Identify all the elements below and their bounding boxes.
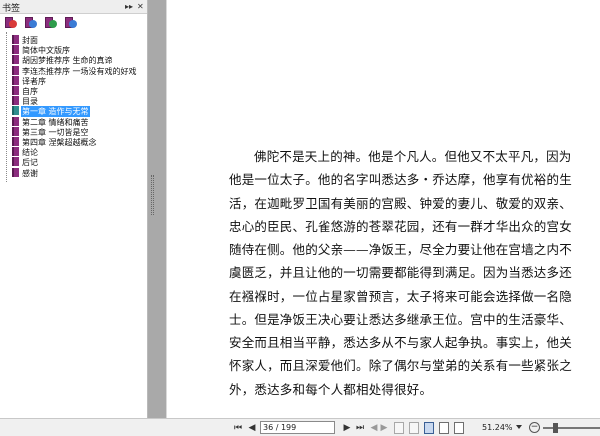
bookmark-icon — [12, 137, 19, 146]
bookmark-icon — [12, 75, 19, 85]
last-page-button[interactable]: ⏭ — [354, 422, 366, 434]
bookmark-icon — [12, 116, 19, 126]
tree-connector-line — [6, 32, 7, 182]
badge-dot — [69, 20, 77, 28]
continuous-facing-view-icon[interactable] — [424, 422, 434, 434]
page-text-line: 活，在迦毗罗卫国有美丽的宫殿、钟爱的妻儿、敬爱的双亲、 — [229, 195, 572, 211]
bookmark-item[interactable]: 感谢 — [12, 167, 39, 179]
back-view-button[interactable]: ◀ — [369, 422, 379, 434]
next-page-button[interactable]: ▶ — [341, 422, 353, 434]
close-icon[interactable]: ✕ — [137, 1, 144, 12]
bookmark-icon — [12, 86, 19, 95]
double-chevron-right-icon[interactable]: ▸▸ — [125, 1, 133, 12]
page-text-line: 忠心的臣民、孔雀悠游的苍翠花园，还有一群才华出众的宫女 — [229, 218, 572, 234]
single-page-view-icon[interactable] — [394, 422, 404, 434]
bookmark-icon — [12, 35, 19, 44]
bookmark-icon — [12, 55, 19, 65]
bookmark-add-icon[interactable] — [44, 17, 57, 29]
previous-page-button[interactable]: ◀ — [246, 422, 258, 434]
zoom-level[interactable]: 51.24% — [482, 422, 513, 434]
chevron-down-icon[interactable] — [516, 425, 522, 429]
page-text-line: 虞匮乏，并且让他的一切需要都能得到满足。因为当悉达多还 — [229, 265, 572, 281]
bookmark-options-icon[interactable] — [64, 17, 77, 29]
forward-view-button[interactable]: ▶ — [379, 422, 389, 434]
cover-view-icon[interactable] — [454, 422, 464, 434]
bookmark-toolbar — [0, 14, 147, 32]
bookmark-icon — [12, 167, 19, 177]
page-text-line: 怀家人，而且深爱他们。除了偶尔与堂弟的关系有一些紧张之 — [229, 358, 572, 374]
page-text-line: 随侍在侧。他的父亲——净饭王，尽全力要让他在宫墙之内不 — [229, 242, 572, 257]
document-page: 佛陀不是天上的神。他是个凡人。但他又不太平凡，因为他是一位太子。他的名字叫悉达多… — [166, 0, 600, 418]
page-text-line: 他是一位太子。他的名字叫悉达多・乔达摩，他享有优裕的生 — [229, 172, 572, 188]
page-text-line: 佛陀不是天上的神。他是个凡人。但他又不太平凡，因为 — [254, 149, 572, 164]
page-text-line: 士。但是净饭王决心要让悉达多继承王位。宫中的生活豪华、 — [229, 311, 572, 327]
facing-view-icon[interactable] — [439, 422, 449, 434]
bookmark-pane: 书签 ▸▸ ✕ 封面 简体中文版序 胡因梦推荐序 生命的真谛 李连杰推荐序 一场没有戏… — [0, 0, 148, 418]
bookmark-icon — [12, 45, 19, 55]
badge-dot — [29, 20, 37, 28]
page-text-line: 外，悉达多和每个人都相处得很好。 — [229, 381, 433, 397]
bookmark-pane-title: 书签 — [2, 4, 21, 14]
bookmark-icon — [12, 106, 19, 116]
zoom-slider-track[interactable] — [543, 427, 600, 429]
page-text-line: 安全而且相当平静，悉达多从不与家人起争执。事实上，他关 — [229, 335, 572, 350]
badge-dot — [9, 20, 17, 28]
page-text-line: 在襁褓时，一位占星家曾预言，太子将来可能会选择做一名隐 — [229, 288, 572, 304]
bookmark-pane-header: 书签 ▸▸ ✕ — [0, 0, 147, 14]
zoom-out-icon[interactable]: − — [529, 422, 540, 433]
bookmark-item-label: 感谢 — [22, 168, 38, 178]
page-number-input[interactable] — [260, 421, 335, 434]
bookmark-icon — [12, 157, 19, 167]
continuous-view-icon[interactable] — [409, 422, 419, 434]
zoom-slider-thumb[interactable] — [553, 423, 559, 433]
bookmark-expand-icon[interactable] — [4, 17, 17, 29]
first-page-button[interactable]: ⏮ — [232, 422, 244, 434]
bookmark-icon — [12, 147, 19, 157]
bookmark-tree: 封面 简体中文版序 胡因梦推荐序 生命的真谛 李连杰推荐序 一场没有戏的好戏 译者序 自序… — [0, 32, 147, 392]
badge-dot — [49, 20, 57, 28]
bookmark-icon — [12, 96, 19, 106]
bookmark-icon — [12, 65, 19, 75]
status-bar: ⏮ ◀ ▶ ⏭ ◀ ▶ 51.24% − — [0, 418, 600, 436]
page-text: 佛陀不是天上的神。他是个凡人。但他又不太平凡，因为他是一位太子。他的名字叫悉达多… — [229, 145, 572, 401]
splitter-grip[interactable] — [151, 175, 154, 215]
bookmark-icon — [12, 126, 19, 136]
bookmark-find-icon[interactable] — [24, 17, 37, 29]
